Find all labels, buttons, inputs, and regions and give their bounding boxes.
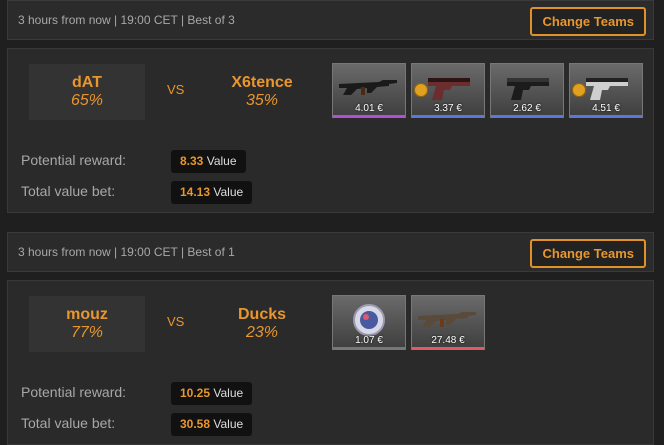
rifle-icon (339, 80, 397, 95)
team-2[interactable]: Ducks 23% (204, 296, 320, 352)
team-name: X6tence (231, 74, 293, 91)
sticker-badge-icon (572, 83, 586, 97)
match-header: 3 hours from now | 19:00 CET | Best of 1… (7, 232, 654, 272)
team-odds: 65% (70, 92, 104, 109)
item-price: 1.07 € (355, 335, 383, 346)
vs-label: VS (167, 82, 185, 97)
team-2[interactable]: X6tence 35% (204, 64, 320, 120)
bet-item[interactable]: 27.48 € (411, 295, 485, 350)
item-price: 4.51 € (592, 103, 620, 114)
change-teams-button[interactable]: Change Teams (530, 7, 646, 36)
match-body: dAT 65% VS X6tence 35% 4.01 € 3.37 € 2.6… (7, 48, 654, 213)
match-info: 3 hours from now | 19:00 CET | Best of 3 (18, 13, 235, 27)
bet-item[interactable]: 4.01 € (332, 63, 406, 118)
team-name: dAT (72, 74, 102, 91)
rifle-icon (418, 312, 476, 327)
match-header: 3 hours from now | 19:00 CET | Best of 3… (7, 0, 654, 40)
rarity-bar (491, 115, 563, 118)
team-1[interactable]: mouz 77% (29, 296, 145, 352)
rarity-bar (570, 115, 642, 118)
match-body: mouz 77% VS Ducks 23% 1.07 € 27.48 € Pot… (7, 280, 654, 445)
total-value-value: 14.13 Value (171, 181, 253, 204)
change-teams-button[interactable]: Change Teams (530, 239, 646, 268)
rarity-bar (412, 115, 484, 118)
bet-item[interactable]: 4.51 € (569, 63, 643, 118)
team-odds: 77% (70, 324, 104, 341)
potential-reward-value: 10.25 Value (171, 382, 253, 405)
bet-item[interactable]: 1.07 € (332, 295, 406, 350)
potential-reward-label: Potential reward: (21, 384, 127, 400)
team-1[interactable]: dAT 65% (29, 64, 145, 120)
rarity-bar (333, 347, 405, 350)
pistol-icon (507, 78, 549, 100)
potential-reward-value: 8.33 Value (171, 150, 246, 173)
match-info: 3 hours from now | 19:00 CET | Best of 1 (18, 245, 235, 259)
team-name: mouz (66, 306, 108, 323)
sticker-capsule-icon (353, 304, 385, 336)
rarity-bar (333, 115, 405, 118)
bet-item[interactable]: 2.62 € (490, 63, 564, 118)
sticker-badge-icon (414, 83, 428, 97)
item-price: 3.37 € (434, 103, 462, 114)
item-price: 27.48 € (431, 335, 465, 346)
total-value-label: Total value bet: (21, 183, 116, 199)
team-odds: 35% (245, 92, 279, 109)
total-value-label: Total value bet: (21, 415, 116, 431)
item-price: 4.01 € (355, 103, 383, 114)
potential-reward-label: Potential reward: (21, 152, 127, 168)
total-value-value: 30.58 Value (171, 413, 253, 436)
vs-label: VS (167, 314, 185, 329)
rarity-bar (412, 347, 484, 350)
bet-item[interactable]: 3.37 € (411, 63, 485, 118)
item-price: 2.62 € (513, 103, 541, 114)
team-name: Ducks (237, 306, 287, 323)
team-odds: 23% (245, 324, 279, 341)
